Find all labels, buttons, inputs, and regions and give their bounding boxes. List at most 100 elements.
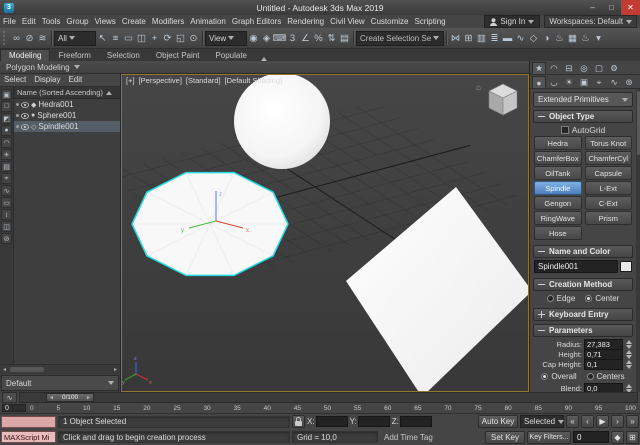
unlink-selection-icon[interactable]: ⊘ bbox=[23, 30, 36, 47]
spinner[interactable] bbox=[625, 360, 632, 369]
menu-item[interactable]: Graph Editors bbox=[229, 15, 284, 28]
key-mode-toggle-button[interactable]: ◆ bbox=[611, 431, 624, 444]
scene-item-hedra001[interactable]: ◆ Hedra001 bbox=[14, 99, 120, 110]
titlebar[interactable]: 3 Untitled - Autodesk 3ds Max 2019 – □ ✕ bbox=[0, 0, 640, 16]
render-production-icon[interactable]: ♨ bbox=[579, 30, 592, 47]
bind-to-space-warp-icon[interactable]: ≋ bbox=[36, 30, 49, 47]
ribbon-tab-modeling[interactable]: Modeling bbox=[0, 49, 50, 61]
autogrid-checkbox[interactable] bbox=[561, 126, 569, 134]
next-frame-arrow-icon[interactable]: ► bbox=[86, 395, 91, 401]
display-tab-icon[interactable]: ▢ bbox=[592, 62, 606, 74]
hose-button[interactable]: Hose bbox=[534, 226, 582, 240]
l-ext-button[interactable]: L-Ext bbox=[585, 181, 633, 195]
scroll-thumb[interactable] bbox=[637, 91, 640, 155]
prism-button[interactable]: Prism bbox=[585, 211, 633, 225]
track-bar-frame-marker[interactable]: 0 bbox=[2, 404, 26, 412]
center-radio[interactable]: Center bbox=[585, 294, 619, 303]
cameras-category-icon[interactable]: ▣ bbox=[577, 76, 591, 88]
centers-radio[interactable]: Centers bbox=[587, 372, 625, 381]
toggle-ribbon-icon[interactable]: ▬ bbox=[501, 30, 514, 47]
explorer-empty-area[interactable] bbox=[14, 132, 120, 364]
sphere-object[interactable] bbox=[234, 75, 330, 169]
explorer-menu-item[interactable]: Display bbox=[30, 74, 64, 86]
parameter-value-field[interactable]: 0,1 bbox=[584, 359, 623, 370]
menu-item[interactable]: Tools bbox=[39, 15, 64, 28]
next-frame-button[interactable]: › bbox=[611, 415, 624, 428]
ringwave-button[interactable]: RingWave bbox=[534, 211, 582, 225]
chamfercyl-button[interactable]: ChamferCyl bbox=[585, 151, 633, 165]
select-all-icon[interactable]: ▣ bbox=[1, 89, 12, 100]
select-none-icon[interactable]: □ bbox=[1, 101, 12, 112]
capsule-button[interactable]: Capsule bbox=[585, 166, 633, 180]
polygon-modeling-panel[interactable]: Polygon Modeling bbox=[6, 63, 70, 72]
lock-navigation-icon[interactable]: ⊘ bbox=[1, 233, 12, 244]
explorer-preset-dropdown[interactable]: Default bbox=[1, 375, 119, 391]
overall-radio[interactable]: Overall bbox=[541, 372, 576, 381]
chamferbox-button[interactable]: ChamferBox bbox=[534, 151, 582, 165]
keyboard-shortcut-override-icon[interactable]: ⌨ bbox=[273, 30, 286, 47]
c-ext-button[interactable]: C-Ext bbox=[585, 196, 633, 210]
menu-item[interactable]: Civil View bbox=[327, 15, 368, 28]
play-button[interactable]: ▶ bbox=[596, 415, 609, 428]
toggle-layer-explorer-icon[interactable]: ≣ bbox=[488, 30, 501, 47]
shapes-category-icon[interactable]: ◡ bbox=[547, 76, 561, 88]
display-groups-icon[interactable]: ▭ bbox=[1, 197, 12, 208]
viewcube-home-icon[interactable]: ⌂ bbox=[476, 83, 481, 92]
scroll-track[interactable] bbox=[9, 366, 111, 373]
select-and-scale-icon[interactable]: ◱ bbox=[174, 30, 187, 47]
parameter-value-field[interactable]: 0,0 bbox=[584, 383, 623, 393]
spinner-snap-icon[interactable]: ⇅ bbox=[325, 30, 338, 47]
spindle-object[interactable] bbox=[132, 173, 288, 276]
menu-item[interactable]: Views bbox=[92, 15, 119, 28]
explorer-menu-item[interactable]: Edit bbox=[64, 74, 86, 86]
selection-filter-dropdown[interactable]: All bbox=[54, 31, 96, 46]
object-type-rollout-header[interactable]: Object Type bbox=[533, 110, 633, 123]
rendered-frame-window-icon[interactable]: ▦ bbox=[566, 30, 579, 47]
edge-radio[interactable]: Edge bbox=[547, 294, 576, 303]
key-filter-scope-dropdown[interactable]: Selected bbox=[520, 415, 564, 428]
maximize-button[interactable]: □ bbox=[602, 0, 621, 15]
time-slider-handle[interactable]: ◄ 0/100 ► bbox=[46, 393, 94, 402]
display-cameras-icon[interactable]: ▤ bbox=[1, 161, 12, 172]
spinner[interactable] bbox=[625, 384, 632, 393]
explorer-horizontal-scrollbar[interactable]: ◂ ▸ bbox=[0, 364, 120, 374]
primitive-category-dropdown[interactable]: Extended Primitives bbox=[533, 92, 633, 107]
render-setup-icon[interactable]: ♨ bbox=[553, 30, 566, 47]
name-column-header[interactable]: Name (Sorted Ascending) bbox=[14, 87, 120, 99]
create-tab-icon[interactable]: ★ bbox=[532, 62, 546, 74]
add-time-tag[interactable]: Add Time Tag bbox=[380, 433, 437, 442]
scroll-thumb[interactable] bbox=[10, 367, 44, 372]
use-pivot-point-icon[interactable]: ◉ bbox=[247, 30, 260, 47]
select-by-name-icon[interactable]: ≡ bbox=[109, 30, 122, 47]
menu-item[interactable]: Scripting bbox=[411, 15, 448, 28]
current-frame-field[interactable]: 0 bbox=[573, 431, 609, 443]
maxscript-mini-listener[interactable]: MAXScript Mi bbox=[1, 431, 56, 443]
oiltank-button[interactable]: OilTank bbox=[534, 166, 582, 180]
select-and-move-icon[interactable]: + bbox=[148, 30, 161, 47]
schematic-view-icon[interactable]: ◇ bbox=[527, 30, 540, 47]
display-geometry-icon[interactable]: ● bbox=[1, 125, 12, 136]
display-shapes-icon[interactable]: ◠ bbox=[1, 137, 12, 148]
menu-item[interactable]: Rendering bbox=[284, 15, 327, 28]
spacewarps-category-icon[interactable]: ∿ bbox=[607, 76, 621, 88]
viewport-shading-menu[interactable]: [Default Shading] bbox=[225, 76, 283, 85]
mini-curve-editor-icon[interactable]: ∿ bbox=[2, 392, 17, 403]
mirror-icon[interactable]: ⋈ bbox=[449, 30, 462, 47]
scene-item-sphere001[interactable]: ● Sphere001 bbox=[14, 110, 120, 121]
display-bones-icon[interactable]: ≀ bbox=[1, 209, 12, 220]
workspaces-dropdown[interactable]: Workspaces: Default bbox=[544, 15, 637, 28]
menu-item[interactable]: Modifiers bbox=[149, 15, 187, 28]
modify-tab-icon[interactable]: ◠ bbox=[547, 62, 561, 74]
selection-lock-button[interactable] bbox=[292, 415, 305, 428]
go-to-start-button[interactable]: « bbox=[566, 415, 579, 428]
coordinate-input[interactable] bbox=[316, 416, 348, 427]
hierarchy-tab-icon[interactable]: ⊟ bbox=[562, 62, 576, 74]
keyboard-entry-rollout-header[interactable]: Keyboard Entry bbox=[533, 308, 633, 321]
viewport-renderer-menu[interactable]: [Standard] bbox=[186, 76, 221, 85]
eye-icon[interactable] bbox=[21, 124, 29, 130]
scene-item-spindle001[interactable]: ◇ Spindle001 bbox=[14, 121, 120, 132]
time-configuration-button[interactable]: ⊞ bbox=[626, 431, 639, 444]
minimize-button[interactable]: – bbox=[583, 0, 602, 15]
explorer-menu-item[interactable]: Select bbox=[0, 74, 30, 86]
eye-icon[interactable] bbox=[21, 102, 29, 108]
